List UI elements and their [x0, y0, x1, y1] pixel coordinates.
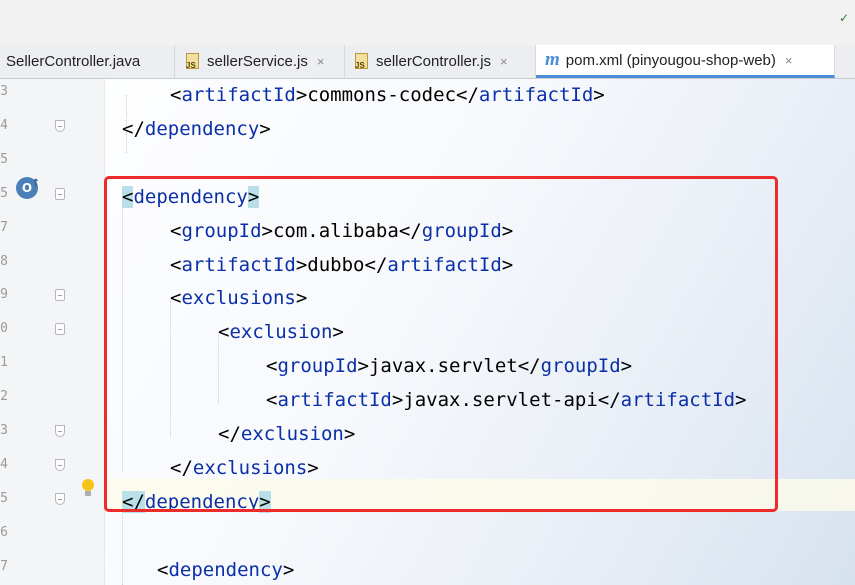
- code-editor[interactable]: 345578901234567 ↑ O <artifactId>commons-c…: [0, 79, 855, 585]
- fold-collapse-icon[interactable]: [55, 289, 65, 302]
- lightbulb-icon[interactable]: [81, 479, 95, 499]
- tab-sellerservice-js[interactable]: JS sellerService.js ×: [175, 45, 345, 78]
- line-number: 8: [0, 253, 8, 269]
- arrow-up-icon: ↑: [31, 178, 40, 189]
- tag-name: artifactId: [181, 84, 296, 106]
- close-icon[interactable]: ×: [785, 53, 793, 68]
- override-method-icon[interactable]: ↑ O: [16, 177, 40, 199]
- tab-pom-xml[interactable]: m pom.xml (pinyougou-shop-web) ×: [536, 45, 835, 78]
- line-number: 0: [0, 321, 8, 337]
- check-icon[interactable]: ✓: [839, 12, 851, 24]
- line-number: 9: [0, 287, 8, 303]
- tag-bracket: >: [282, 558, 295, 581]
- fold-end-icon[interactable]: [55, 458, 65, 471]
- tag-name: artifactId: [478, 84, 594, 106]
- line-number: 7: [0, 558, 8, 574]
- line-number: 3: [0, 84, 8, 99]
- tag-bracket: <: [170, 84, 182, 106]
- tab-sellercontroller-java[interactable]: SellerController.java: [0, 45, 175, 78]
- fold-collapse-icon[interactable]: [55, 187, 65, 200]
- line-number: 4: [0, 117, 8, 133]
- line-number: 2: [0, 389, 8, 405]
- fold-collapse-icon[interactable]: [55, 323, 65, 336]
- line-number: 5: [0, 185, 8, 201]
- line-number: 3: [0, 423, 8, 438]
- line-number: 6: [0, 524, 8, 540]
- js-file-icon: JS: [185, 52, 201, 71]
- maven-icon: m: [545, 49, 560, 70]
- tab-label: SellerController.java: [6, 53, 141, 70]
- tab-label: pom.xml (pinyougou-shop-web): [565, 51, 776, 69]
- tag-bracket: </: [122, 117, 145, 140]
- fold-end-icon[interactable]: [55, 425, 65, 437]
- tab-sellercontroller-js[interactable]: JS sellerController.js ×: [345, 45, 536, 78]
- tag-bracket: >: [259, 117, 271, 140]
- tag-bracket: >: [295, 84, 308, 106]
- line-number: 5: [0, 151, 8, 167]
- js-file-icon: JS: [354, 52, 370, 71]
- line-number: 1: [0, 355, 8, 371]
- editor-gutter: [0, 79, 104, 585]
- tab-label: sellerService.js: [207, 53, 308, 70]
- tag-bracket: </: [456, 84, 479, 106]
- fold-end-icon[interactable]: [55, 492, 65, 505]
- tag-value: commons-codec: [307, 84, 457, 106]
- close-icon[interactable]: ×: [500, 54, 508, 69]
- code-line[interactable]: <dependency>: [157, 557, 294, 583]
- line-number: 4: [0, 456, 8, 472]
- tag-bracket: <: [157, 558, 169, 581]
- tag-bracket: >: [593, 84, 605, 106]
- indent-guide: [122, 511, 123, 585]
- line-number: 5: [0, 490, 8, 506]
- title-bar: ✓: [0, 0, 855, 46]
- code-line[interactable]: </dependency>: [122, 116, 271, 142]
- tag-name: dependency: [168, 558, 283, 581]
- editor-tab-bar: SellerController.java JS sellerService.j…: [0, 45, 855, 79]
- line-number: 7: [0, 219, 8, 235]
- highlight-annotation-box: [104, 176, 778, 512]
- tab-label: sellerController.js: [376, 53, 492, 70]
- close-icon[interactable]: ×: [317, 54, 325, 69]
- code-line[interactable]: <artifactId>commons-codec</artifactId>: [170, 82, 605, 108]
- tag-name: dependency: [144, 117, 260, 140]
- fold-end-icon[interactable]: [55, 119, 65, 132]
